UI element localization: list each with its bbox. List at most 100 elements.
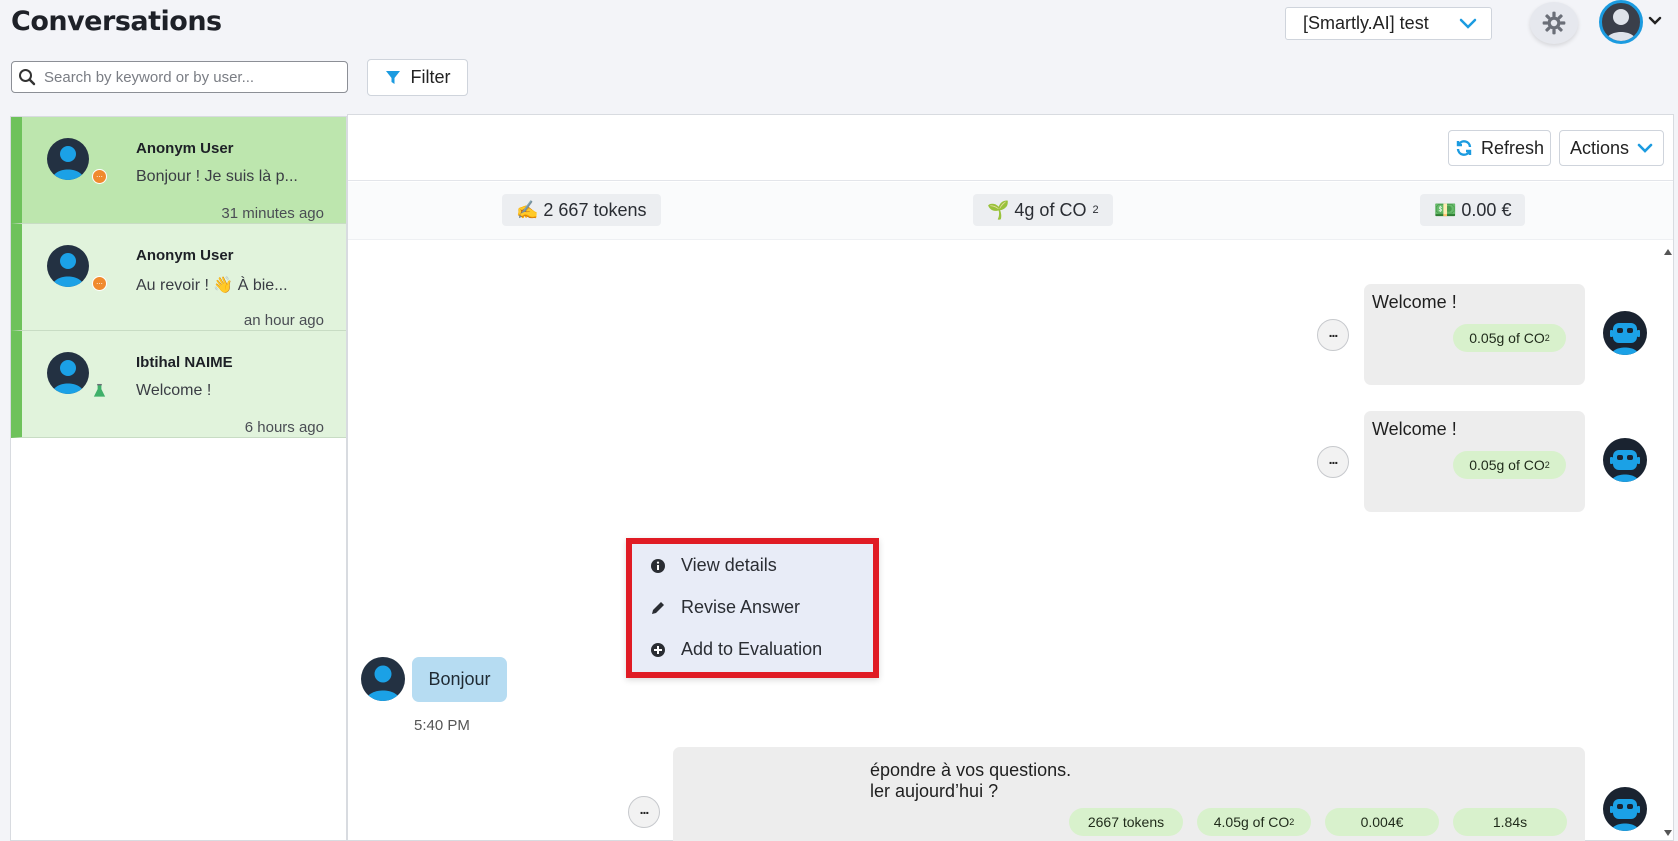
message-time: 5:40 PM [414, 717, 470, 734]
conversation-preview: Au revoir ! 👋 À bie... [136, 277, 288, 294]
search-icon [19, 69, 36, 86]
conversation-item[interactable]: ... Anonym User Bonjour ! Je suis là p..… [11, 117, 346, 224]
user-icon [52, 146, 84, 180]
avatar [47, 138, 89, 180]
co2-badge-value: 0.05g of CO [1469, 330, 1545, 346]
chat-bubble-icon: ... [92, 169, 107, 184]
tokens-stat: ✍️ 2 667 tokens [502, 194, 661, 226]
co2-badge: 4.05g of CO 2 [1197, 808, 1311, 836]
co2-badge-value: 4.05g of CO [1213, 814, 1290, 830]
robot-icon [1610, 323, 1640, 355]
cost-stat-value: 💵 0.00 € [1434, 199, 1512, 220]
search-input[interactable] [44, 68, 347, 86]
conversation-time: 6 hours ago [244, 419, 324, 436]
search-box[interactable] [11, 61, 348, 93]
user-avatar-menu[interactable] [1599, 0, 1643, 44]
cost-stat: 💵 0.00 € [1420, 194, 1526, 226]
message-context-menu: View details Revise Answer Add to Evalua… [626, 538, 879, 678]
user-icon [366, 665, 400, 701]
actions-label: Actions [1569, 137, 1630, 158]
settings-button[interactable] [1530, 2, 1578, 44]
robot-icon [1610, 450, 1640, 482]
bot-avatar [1603, 311, 1647, 355]
bot-message: Welcome ! 0.05g of CO 2 [1364, 411, 1585, 512]
refresh-button[interactable]: Refresh [1448, 130, 1551, 166]
conversation-name: Anonym User [136, 247, 234, 264]
co2-subscript: 2 [1289, 817, 1295, 827]
menu-item-label: Revise Answer [681, 597, 801, 617]
conversation-time: an hour ago [243, 312, 324, 329]
duration-badge-value: 1.84s [1492, 814, 1528, 830]
filter-label: Filter [410, 67, 451, 87]
conversation-item[interactable]: ... Anonym User Au revoir ! 👋 À bie... a… [11, 224, 346, 331]
gear-icon [1542, 11, 1566, 35]
co2-badge: 0.05g of CO 2 [1453, 451, 1566, 479]
menu-item-label: Add to Evaluation [681, 639, 823, 659]
conversation-preview: Welcome ! [136, 382, 212, 399]
conversation-list: ... Anonym User Bonjour ! Je suis là p..… [10, 116, 347, 841]
avatar [47, 352, 89, 394]
bot-selector[interactable]: [Smartly.AI] test [1285, 7, 1492, 40]
chevron-down-icon[interactable] [1648, 15, 1662, 27]
user-icon [52, 360, 84, 394]
co2-badge-value: 0.05g of CO [1469, 457, 1545, 473]
plus-circle-icon [650, 642, 666, 658]
conversation-item[interactable]: Ibtihal NAIME Welcome ! 6 hours ago [11, 331, 346, 438]
message-line: épondre à vos questions. [870, 760, 1072, 780]
bot-message: Welcome ! 0.05g of CO 2 [1364, 284, 1585, 385]
scroll-down-arrow-icon[interactable] [1664, 830, 1672, 836]
duration-badge: 1.84s [1453, 808, 1567, 836]
chevron-down-icon [1637, 143, 1653, 153]
avatar [361, 657, 405, 701]
message-text: Welcome ! [1372, 292, 1457, 312]
co2-subscript: 2 [1092, 204, 1099, 216]
bot-selector-label: [Smartly.AI] test [1303, 13, 1429, 33]
chat-bubble-icon: ... [92, 276, 107, 291]
message-text: Welcome ! [1372, 419, 1457, 439]
conversation-name: Ibtihal NAIME [136, 354, 233, 371]
menu-item-add-to-evaluation[interactable]: Add to Evaluation [650, 639, 822, 660]
more-icon: ... [1328, 451, 1339, 467]
cost-badge-value: 0.004€ [1360, 814, 1404, 830]
pencil-icon [650, 600, 666, 616]
robot-icon [1610, 799, 1640, 831]
bot-avatar [1603, 787, 1647, 831]
message-options-button[interactable]: ... [628, 796, 660, 828]
conversation-name: Anonym User [136, 140, 234, 157]
tokens-stat-value: ✍️ 2 667 tokens [516, 199, 647, 220]
refresh-icon [1456, 140, 1472, 156]
user-icon [52, 253, 84, 287]
more-icon: ... [1328, 324, 1339, 340]
conversation-toolbar: Refresh Actions [348, 115, 1673, 181]
co2-subscript: 2 [1544, 333, 1550, 343]
co2-badge: 0.05g of CO 2 [1453, 324, 1566, 352]
cost-badge: 0.004€ [1325, 808, 1439, 836]
tokens-badge-value: 2667 tokens [1087, 814, 1165, 830]
co2-stat-value: 🌱 4g of CO [987, 199, 1087, 220]
conversation-panel: Refresh Actions ✍️ 2 667 tokens 🌱 4g of … [347, 114, 1674, 841]
message-thread: ... Welcome ! 0.05g of CO 2 ... Welcome !… [348, 241, 1675, 841]
avatar [47, 245, 89, 287]
message-options-button[interactable]: ... [1317, 319, 1349, 351]
conversation-preview: Bonjour ! Je suis là p... [136, 168, 298, 185]
menu-item-revise-answer[interactable]: Revise Answer [650, 597, 800, 618]
user-message: Bonjour [412, 657, 507, 702]
scroll-up-arrow-icon[interactable] [1664, 249, 1672, 255]
message-options-button[interactable]: ... [1317, 446, 1349, 478]
menu-item-view-details[interactable]: View details [650, 555, 777, 576]
message-line: ler aujourd’hui ? [870, 781, 999, 801]
filter-button[interactable]: Filter [367, 59, 468, 96]
more-icon: ... [639, 801, 650, 817]
info-icon [650, 558, 666, 574]
conversation-stats: ✍️ 2 667 tokens 🌱 4g of CO 2 💵 0.00 € [348, 182, 1673, 240]
flask-icon [92, 383, 107, 398]
message-text: épondre à vos questions. ler aujourd’hui… [870, 760, 1071, 802]
conversation-time: 31 minutes ago [221, 205, 324, 222]
user-icon [1606, 9, 1636, 41]
actions-dropdown[interactable]: Actions [1559, 130, 1664, 166]
co2-stat: 🌱 4g of CO 2 [973, 194, 1113, 226]
filter-icon [385, 70, 400, 84]
chevron-down-icon [1459, 18, 1477, 29]
scrollbar[interactable] [1661, 241, 1675, 840]
bot-avatar [1603, 438, 1647, 482]
